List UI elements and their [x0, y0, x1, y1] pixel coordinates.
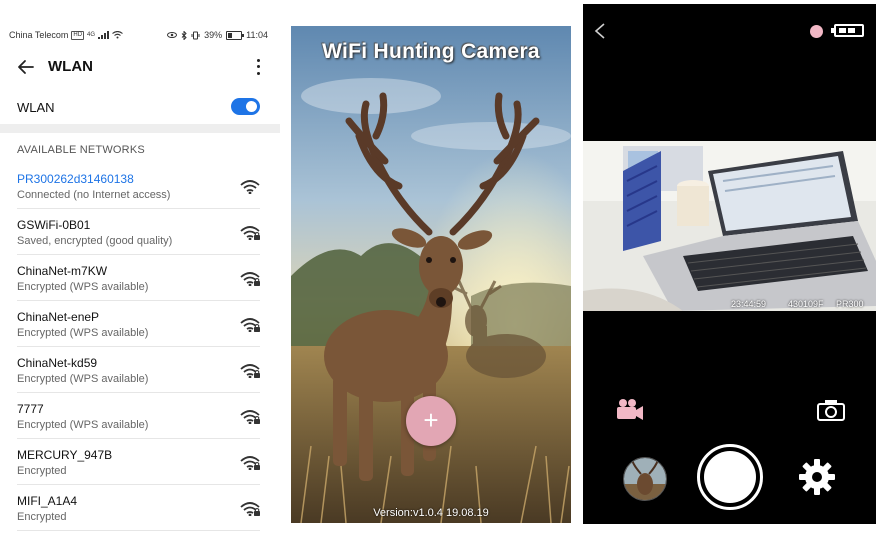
settings-gear-icon[interactable]	[798, 458, 836, 496]
osd-timestamp: 23:44:59	[731, 299, 767, 309]
battery-icon	[226, 30, 245, 40]
network-list-item[interactable]: ChinaNet-m7KW Encrypted (WPS available)	[0, 262, 280, 308]
clock: 11:04	[246, 30, 268, 40]
network-status: Encrypted	[17, 465, 67, 477]
plus-icon: +	[423, 405, 439, 435]
network-status: Encrypted (WPS available)	[17, 373, 149, 385]
wlan-toggle-switch[interactable]	[231, 98, 260, 115]
network-ssid: MERCURY_947B	[17, 448, 113, 462]
network-ssid: ChinaNet-kd59	[17, 356, 98, 370]
list-divider	[17, 208, 260, 209]
wlan-toggle-label: WLAN	[17, 100, 55, 115]
battery-icon	[831, 24, 864, 37]
network-status: Encrypted (WPS available)	[17, 327, 149, 339]
status-bar: China Telecom HD 4G 39% 11:04	[9, 30, 268, 42]
app-bar: WLAN	[0, 52, 280, 82]
section-divider	[0, 124, 280, 133]
signal-icon	[98, 31, 110, 39]
wifi-lock-icon	[240, 502, 260, 516]
live-preview: 23:44:59 430109F PR300	[583, 141, 876, 311]
splash-screen: WiFi Hunting Camera + Version:v1.0.4 19.…	[291, 26, 571, 523]
vibrate-icon	[191, 31, 200, 39]
photo-camera-icon[interactable]	[817, 399, 845, 421]
more-options-icon[interactable]	[254, 57, 262, 77]
osd-camera-id: 430109F	[788, 299, 824, 309]
list-divider	[17, 346, 260, 347]
wifi-lock-icon	[240, 410, 260, 424]
network-list-item[interactable]: MERCURY_947B Encrypted	[0, 446, 280, 492]
back-icon[interactable]	[593, 22, 607, 40]
wifi-lock-icon	[240, 456, 260, 470]
list-divider	[17, 392, 260, 393]
version-label: Version:v1.0.4 19.08.19	[373, 507, 489, 519]
recording-indicator	[810, 25, 823, 38]
network-list-item[interactable]: ChinaNet-kd59 Encrypted (WPS available)	[0, 354, 280, 400]
wifi-lock-icon	[240, 364, 260, 378]
wifi-lock-icon	[240, 318, 260, 332]
network-type: 4G	[87, 32, 96, 38]
shutter-button[interactable]	[697, 444, 763, 510]
osd-model: PR300	[836, 299, 864, 309]
list-divider	[17, 484, 260, 485]
carrier-name: China Telecom	[9, 30, 69, 40]
network-status: Connected (no Internet access)	[17, 189, 171, 201]
network-status: Encrypted	[17, 511, 67, 523]
page-title: WLAN	[48, 58, 93, 75]
network-ssid: ChinaNet-eneP	[17, 310, 100, 324]
network-list-item[interactable]: 7777 Encrypted (WPS available)	[0, 400, 280, 446]
network-ssid: 7777	[17, 402, 44, 416]
wlan-toggle-row[interactable]: WLAN	[0, 92, 280, 122]
network-ssid: ChinaNet-m7KW	[17, 264, 108, 278]
list-divider	[17, 254, 260, 255]
network-ssid: PR300262d31460138	[17, 172, 134, 186]
list-divider	[17, 438, 260, 439]
app-title: WiFi Hunting Camera	[322, 40, 540, 63]
wlan-settings-screen: China Telecom HD 4G 39% 11:04 WLAN WLAN …	[0, 0, 280, 533]
wifi-lock-icon	[240, 226, 260, 240]
network-list-item[interactable]: MIFI_A1A4 Encrypted	[0, 492, 280, 533]
back-arrow-icon[interactable]	[16, 57, 36, 77]
deer-background-image	[291, 26, 571, 523]
network-ssid: GSWiFi-0B01	[17, 218, 91, 232]
list-divider	[17, 300, 260, 301]
wifi-status-icon	[112, 31, 123, 39]
bluetooth-icon	[181, 30, 187, 40]
battery-percent: 39%	[204, 30, 223, 40]
network-status: Saved, encrypted (good quality)	[17, 235, 173, 247]
network-list-item[interactable]: PR300262d31460138 Connected (no Internet …	[0, 170, 280, 216]
gallery-thumbnail[interactable]	[623, 457, 667, 501]
wifi-lock-icon	[240, 272, 260, 286]
video-camera-icon[interactable]	[615, 398, 645, 422]
hd-badge: HD	[71, 30, 85, 40]
network-list-item[interactable]: ChinaNet-eneP Encrypted (WPS available)	[0, 308, 280, 354]
network-list-item[interactable]: GSWiFi-0B01 Saved, encrypted (good qualit…	[0, 216, 280, 262]
network-ssid: MIFI_A1A4	[17, 494, 78, 508]
wifi-icon	[240, 180, 260, 194]
network-list: PR300262d31460138 Connected (no Internet …	[0, 170, 280, 533]
list-divider	[17, 530, 260, 531]
available-networks-header: AVAILABLE NETWORKS	[17, 144, 145, 156]
camera-live-view-screen: 23:44:59 430109F PR300	[583, 4, 876, 524]
network-status: Encrypted (WPS available)	[17, 281, 149, 293]
network-status: Encrypted (WPS available)	[17, 419, 149, 431]
eye-icon	[167, 32, 178, 38]
add-camera-button[interactable]: +	[406, 396, 456, 446]
